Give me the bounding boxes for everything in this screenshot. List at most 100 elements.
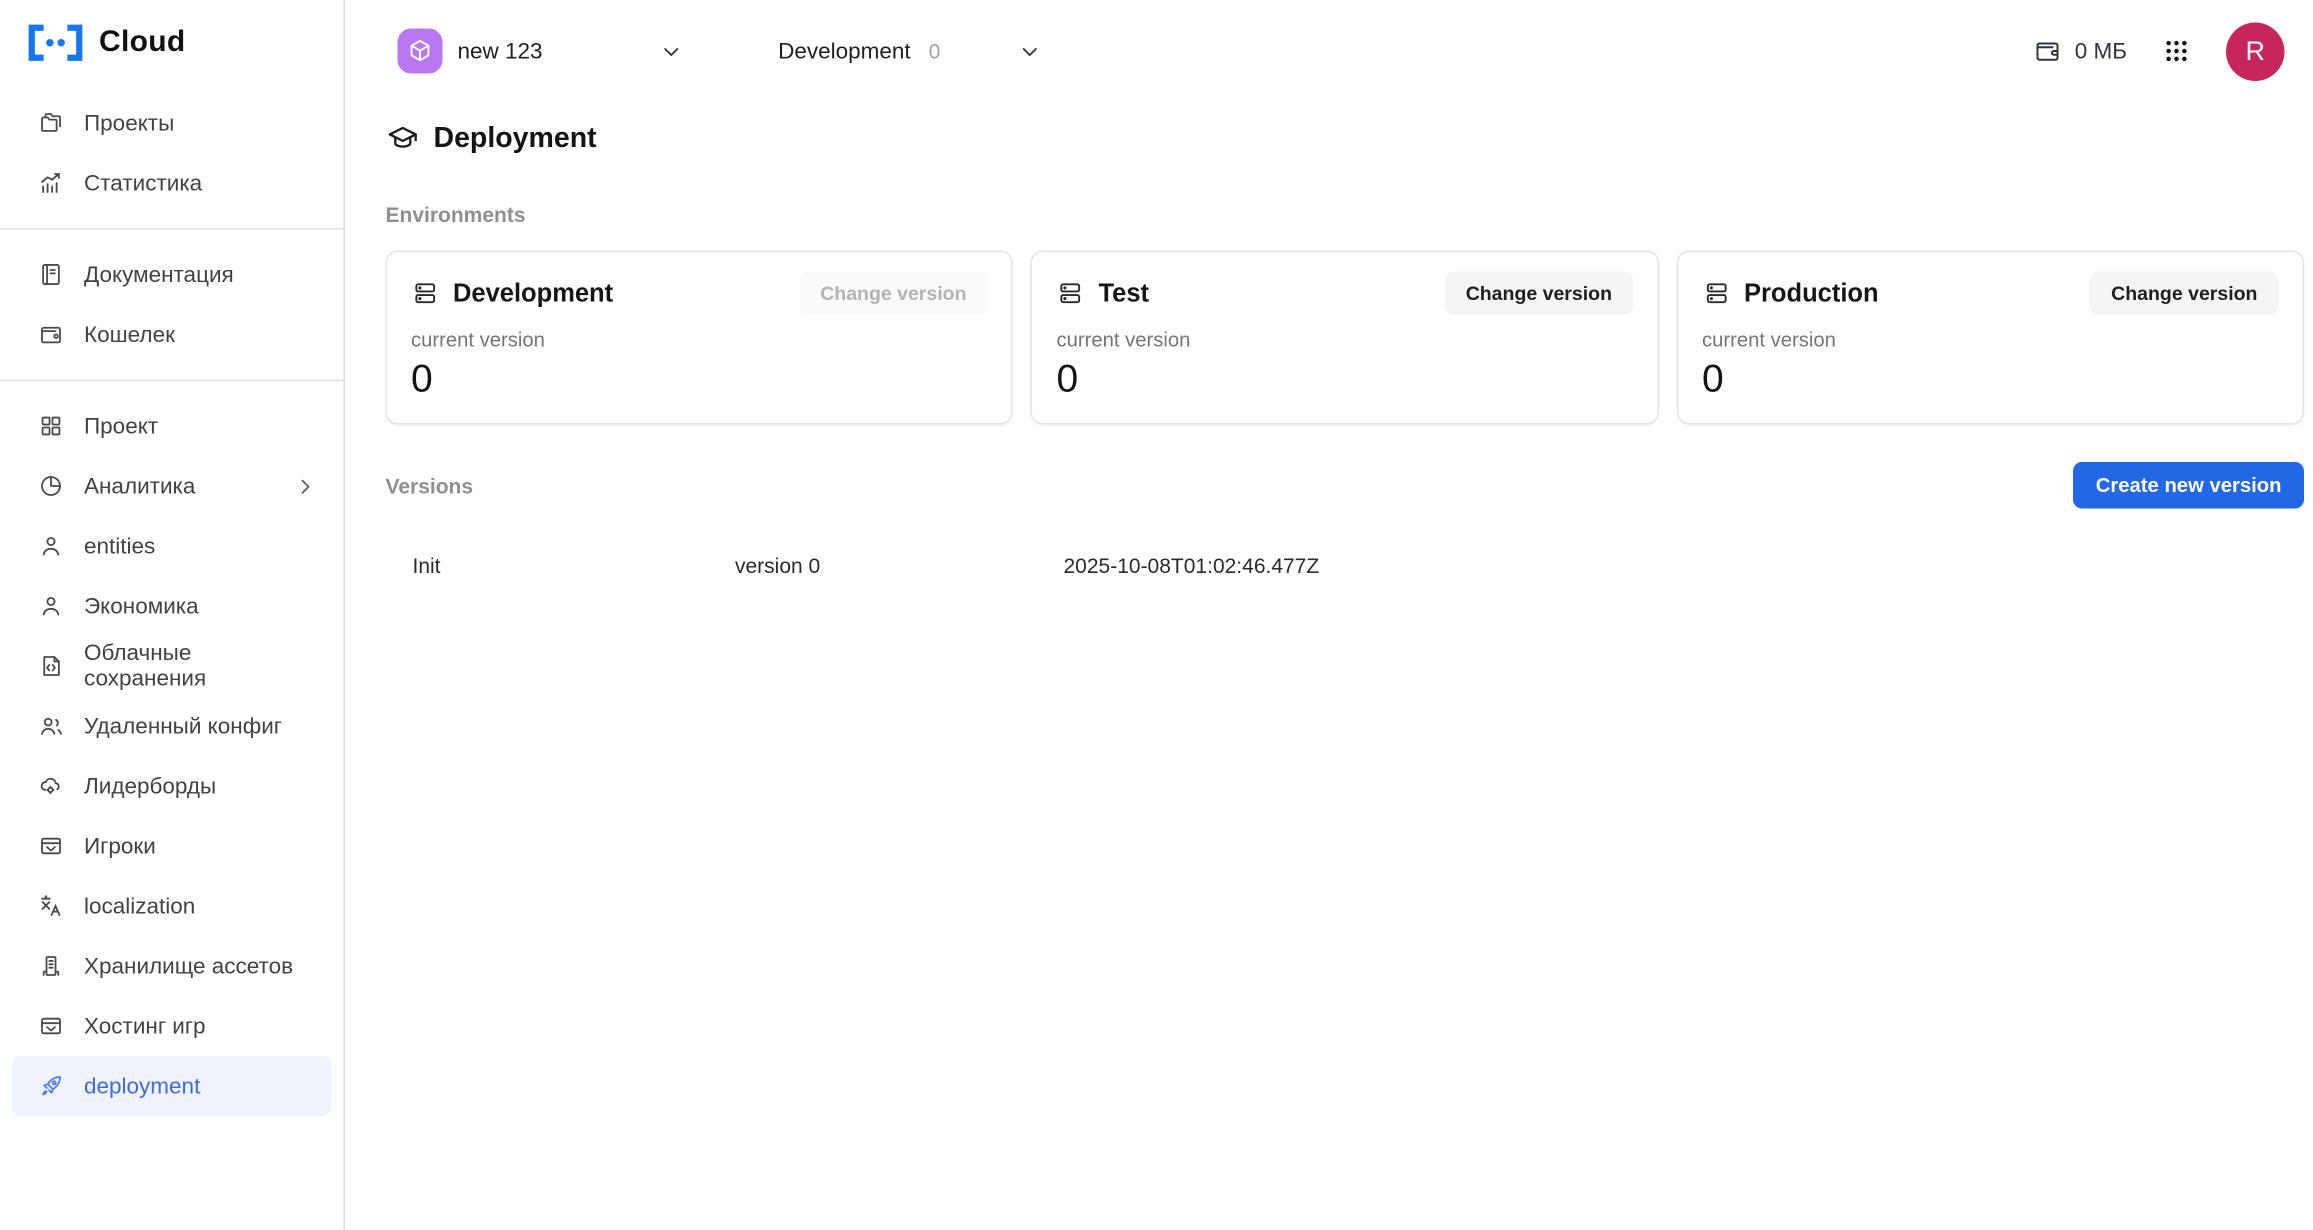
sidebar-item-asset-storage[interactable]: Хранилище ассетов (12, 936, 332, 996)
environment-cards: Development Change version current versi… (386, 251, 2305, 425)
sidebar-item-game-hosting[interactable]: Хостинг игр (12, 996, 332, 1056)
versions-header: Versions Create new version (386, 462, 2305, 509)
statistics-chart-icon (38, 170, 65, 197)
sidebar-item-economy[interactable]: Экономика (12, 576, 332, 636)
server-stack-icon (1702, 279, 1731, 308)
cloud-logo[interactable]: Cloud (0, 0, 344, 63)
current-version-value: 0 (1702, 356, 2278, 403)
avatar-initial: R (2246, 35, 2266, 67)
topbar: new 123 Development 0 0 МБ (386, 0, 2305, 102)
sidebar-item-leaderboards[interactable]: Лидерборды (12, 756, 332, 816)
project-grid-icon (38, 413, 65, 440)
page-title-row: Deployment (386, 122, 2305, 157)
main-area: new 123 Development 0 0 МБ (345, 0, 2313, 1230)
sidebar-item-players[interactable]: Игроки (12, 816, 332, 876)
rocket-icon (38, 1073, 65, 1100)
person-icon (38, 593, 65, 620)
sidebar-divider (0, 228, 344, 230)
sidebar-nav: Проекты Статистика Документация (0, 93, 344, 1116)
current-version-value: 0 (411, 356, 987, 403)
app-window: Cloud Проекты Статистика (0, 0, 2313, 1230)
change-version-button[interactable]: Change version (2090, 272, 2278, 316)
change-version-button[interactable]: Change version (1445, 272, 1633, 316)
environment-name: Development (778, 38, 911, 64)
create-new-version-button[interactable]: Create new version (2073, 462, 2304, 509)
asset-storage-icon (38, 953, 65, 980)
current-version-value: 0 (1056, 356, 1632, 403)
analytics-pie-icon (38, 473, 65, 500)
grid-dots-icon (2163, 38, 2190, 65)
environments-section-label: Environments (386, 203, 2305, 227)
card-title: Test (1098, 278, 1149, 308)
current-version-label: current version (411, 329, 987, 352)
projects-folders-icon (38, 110, 65, 137)
project-selector[interactable]: new 123 (386, 29, 683, 74)
logo-text: Cloud (99, 26, 185, 61)
versions-section-label: Versions (386, 473, 474, 497)
page-title: Deployment (434, 122, 597, 155)
cloud-logo-icon (26, 23, 86, 64)
sidebar-item-label: Хранилище ассетов (84, 953, 293, 979)
graduation-cap-icon (386, 122, 421, 157)
sidebar-item-documentation[interactable]: Документация (12, 245, 332, 305)
environment-card-development: Development Change version current versi… (386, 251, 1013, 425)
sidebar-item-label: localization (84, 893, 195, 919)
sidebar-item-wallet[interactable]: Кошелек (12, 305, 332, 365)
card-title: Development (453, 278, 613, 308)
sidebar-item-remote-config[interactable]: Удаленный конфиг (12, 696, 332, 756)
sidebar: Cloud Проекты Статистика (0, 0, 345, 1230)
sidebar-item-statistics[interactable]: Статистика (12, 153, 332, 213)
sidebar-divider (0, 380, 344, 382)
environment-version-count: 0 (929, 39, 941, 63)
cloud-gear-icon (38, 773, 65, 800)
topbar-right: 0 МБ R (2033, 22, 2304, 81)
sidebar-item-label: Игроки (84, 833, 156, 859)
apps-grid-button[interactable] (2163, 38, 2190, 65)
environment-selector[interactable]: Development 0 (778, 38, 1041, 64)
change-version-button: Change version (799, 272, 987, 316)
envelope-icon (38, 833, 65, 860)
user-avatar[interactable]: R (2226, 22, 2285, 81)
project-name: new 123 (458, 38, 543, 64)
sidebar-item-label: Аналитика (84, 473, 195, 499)
sidebar-item-label: entities (84, 533, 155, 559)
server-stack-icon (1056, 279, 1085, 308)
sidebar-item-label: Проект (84, 413, 158, 439)
sidebar-item-label: deployment (84, 1073, 200, 1099)
documentation-book-icon (38, 261, 65, 288)
wallet-icon (2033, 36, 2063, 66)
sidebar-item-cloud-saves[interactable]: Облачные сохранения (12, 636, 332, 696)
version-row[interactable]: Init version 0 2025-10-08T01:02:46.477Z (386, 539, 2305, 593)
environment-card-test: Test Change version current version 0 (1031, 251, 1658, 425)
sidebar-item-localization[interactable]: localization (12, 876, 332, 936)
wallet-icon (38, 321, 65, 348)
sidebar-item-deployment[interactable]: deployment (12, 1056, 332, 1116)
sidebar-item-label: Проекты (84, 110, 174, 136)
chevron-down-icon (1018, 40, 1041, 63)
envelope-icon (38, 1013, 65, 1040)
translate-icon (38, 893, 65, 920)
card-title: Production (1744, 278, 1879, 308)
sidebar-item-label: Облачные сохранения (84, 641, 317, 692)
sidebar-item-entities[interactable]: entities (12, 516, 332, 576)
sidebar-item-label: Лидерборды (84, 773, 216, 799)
sidebar-item-label: Кошелек (84, 322, 175, 348)
storage-usage[interactable]: 0 МБ (2033, 36, 2127, 66)
project-icon (398, 29, 443, 74)
sidebar-item-projects[interactable]: Проекты (12, 93, 332, 153)
storage-label: 0 МБ (2075, 38, 2127, 64)
sidebar-item-project[interactable]: Проект (12, 396, 332, 456)
sidebar-item-label: Хостинг игр (84, 1013, 206, 1039)
sidebar-item-label: Экономика (84, 593, 199, 619)
sidebar-item-label: Документация (84, 262, 234, 288)
cube-icon (407, 38, 434, 65)
chevron-right-icon (294, 475, 317, 498)
sidebar-item-analytics[interactable]: Аналитика (12, 456, 332, 516)
version-row-version: version 0 (735, 554, 1064, 578)
chevron-down-icon (660, 40, 683, 63)
server-stack-icon (411, 279, 440, 308)
environment-card-production: Production Change version current versio… (1676, 251, 2303, 425)
sidebar-item-label: Удаленный конфиг (84, 713, 282, 739)
sidebar-item-label: Статистика (84, 170, 202, 196)
people-icon (38, 713, 65, 740)
